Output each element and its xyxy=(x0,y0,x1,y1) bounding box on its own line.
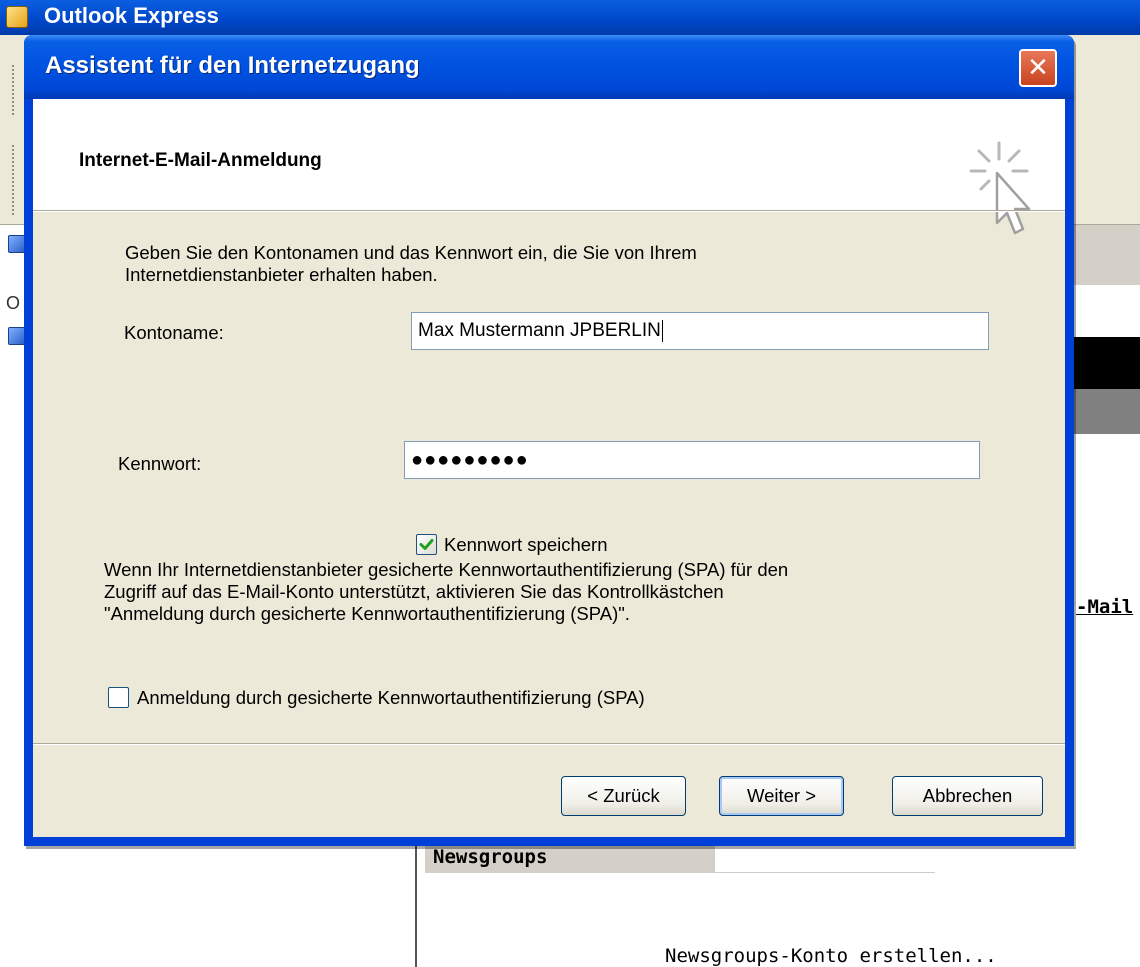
spa-text-line: Wenn Ihr Internetdienstanbieter gesicher… xyxy=(104,559,789,580)
text-caret xyxy=(661,319,663,342)
spa-explanation-text: Wenn Ihr Internetdienstanbieter gesicher… xyxy=(104,559,788,625)
mail-link[interactable]: -Mail xyxy=(1076,596,1133,618)
outlook-titlebar: Outlook Express xyxy=(0,0,1140,35)
toolbar-grip[interactable] xyxy=(12,145,16,215)
password-input[interactable]: ●●●●●●●●● xyxy=(404,441,980,479)
internet-connection-wizard-dialog: Assistent für den Internetzugang ✕ Inter… xyxy=(24,35,1074,846)
divider xyxy=(33,743,1065,745)
save-password-checkbox[interactable] xyxy=(416,534,437,555)
save-password-label[interactable]: Kennwort speichern xyxy=(444,534,608,556)
spa-text-line: "Anmeldung durch gesicherte Kennwortauth… xyxy=(104,603,630,624)
folder-pane-label: O xyxy=(6,293,21,313)
back-button[interactable]: < Zurück xyxy=(561,776,686,816)
divider xyxy=(33,210,1065,212)
account-name-input[interactable]: Max Mustermann JPBERLIN xyxy=(411,312,989,350)
close-button[interactable]: ✕ xyxy=(1019,49,1057,87)
dialog-body: Internet-E-Mail-Anmeldung Geben Sie den … xyxy=(33,99,1065,837)
divider xyxy=(715,872,935,873)
intro-line: Internetdienstanbieter erhalten haben. xyxy=(125,264,438,285)
password-value: ●●●●●●●●● xyxy=(411,449,529,471)
dialog-titlebar[interactable]: Assistent für den Internetzugang ✕ xyxy=(24,35,1074,99)
outlook-title: Outlook Express xyxy=(44,3,219,28)
wizard-header: Internet-E-Mail-Anmeldung xyxy=(33,99,1065,235)
outlook-express-icon xyxy=(6,6,28,28)
toolbar-grip[interactable] xyxy=(12,65,16,115)
sparkle-cursor-icon xyxy=(969,141,1031,235)
intro-line: Geben Sie den Kontonamen und das Kennwor… xyxy=(125,242,697,263)
dialog-title: Assistent für den Internetzugang xyxy=(45,52,420,79)
newsgroups-section-header: Newsgroups xyxy=(425,843,715,873)
page-heading: Internet-E-Mail-Anmeldung xyxy=(79,150,322,171)
account-name-label: Kontoname: xyxy=(124,322,224,343)
close-icon: ✕ xyxy=(1027,52,1049,82)
cancel-button[interactable]: Abbrechen xyxy=(892,776,1043,816)
checkmark-icon xyxy=(419,539,434,550)
content-divider xyxy=(415,843,417,967)
create-newsgroups-account-link[interactable]: Newsgroups-Konto erstellen... xyxy=(665,945,997,967)
intro-text: Geben Sie den Kontonamen und das Kennwor… xyxy=(125,242,697,286)
spa-checkbox-label[interactable]: Anmeldung durch gesicherte Kennwortauthe… xyxy=(137,687,645,709)
spa-text-line: Zugriff auf das E-Mail-Konto unterstützt… xyxy=(104,581,724,602)
next-button[interactable]: Weiter > xyxy=(719,776,844,816)
spa-checkbox[interactable] xyxy=(108,687,129,708)
password-label: Kennwort: xyxy=(118,453,202,474)
account-name-value: Max Mustermann JPBERLIN xyxy=(418,320,661,341)
